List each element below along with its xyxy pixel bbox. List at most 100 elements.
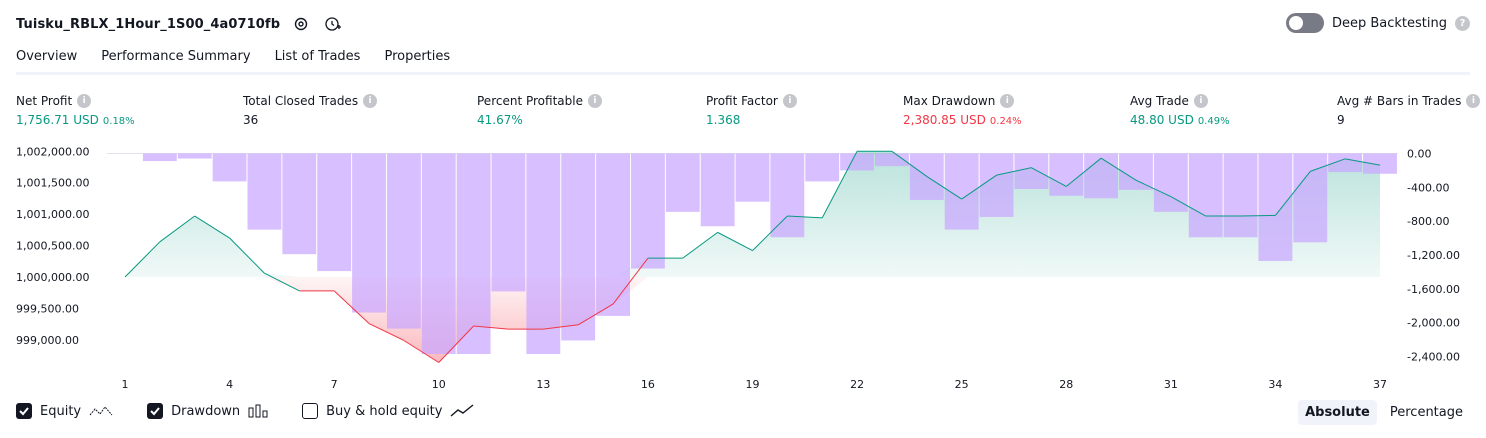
metric-value: 1,756.71 USD [16,113,99,127]
x-axis-tick-label: 1 [122,378,129,391]
drawdown-bar [247,153,282,230]
drawdown-bar [979,153,1014,217]
left-axis-tick-label: 1,000,500.00 [16,240,89,253]
x-axis-tick-label: 16 [641,378,655,391]
metric-percent: 0.24% [989,116,1022,127]
checkbox-unchecked-icon[interactable] [302,403,319,419]
info-icon[interactable]: i [77,94,92,108]
info-icon[interactable]: i [1193,94,1208,108]
left-axis-tick-label: 1,001,500.00 [16,177,89,190]
deep-backtesting: Deep Backtesting ? [1285,13,1470,33]
tab-list-of-trades[interactable]: List of Trades [275,46,361,75]
drawdown-bar [770,153,805,238]
drawdown-bar [352,153,386,313]
drawdown-bar [142,153,177,162]
checkbox-checked-icon[interactable] [147,403,164,419]
left-axis-tick-label: 999,500.00 [16,302,79,315]
gear-icon[interactable] [290,13,312,35]
toggle-drawdown[interactable]: Drawdown [147,403,268,419]
metric-label: Net Profit [16,94,73,108]
help-icon[interactable]: ? [1455,15,1470,31]
x-axis-tick-label: 13 [536,378,550,391]
right-axis-tick-label: 0.00 [1407,147,1432,160]
metric-value: 9 [1337,113,1345,127]
right-axis-tick-label: -400.00 [1407,181,1449,194]
drawdown-bar [386,153,421,329]
metric-avg-bars: Avg # Bars in Trades i 9 [1337,94,1481,127]
drawdown-bar [317,153,352,272]
metric-label: Avg Trade [1130,94,1189,108]
buy-hold-line-icon [451,404,474,417]
report-tabs: Overview Performance Summary List of Tra… [16,46,450,75]
metric-label: Max Drawdown [903,94,996,108]
right-axis-tick-label: -1,200.00 [1407,249,1460,262]
drawdown-bar [1014,153,1049,189]
left-axis-tick-label: 1,000,000.00 [16,271,89,284]
x-axis-tick-label: 4 [226,378,233,391]
metric-profit-factor: Profit Factor i 1.368 [706,94,797,127]
drawdown-bar [421,153,456,354]
drawdown-bar [630,153,665,269]
equity-drawdown-chart: 1,002,000.00 1,001,500.00 1,001,000.00 1,00… [16,145,1460,391]
checkbox-checked-icon[interactable] [16,403,32,419]
mode-absolute[interactable]: Absolute [1298,400,1377,425]
drawdown-bar [735,153,770,202]
x-axis-tick-label: 25 [955,378,969,391]
tab-overview[interactable]: Overview [16,46,78,75]
x-axis-tick-label: 10 [432,378,446,391]
equity-area-negative [125,277,1380,363]
metric-avg-trade: Avg Trade i 48.80 USD 0.49% [1130,94,1230,127]
metric-value: 2,380.85 USD [903,113,986,127]
drawdown-bar [596,153,630,316]
tab-properties[interactable]: Properties [384,46,450,75]
drawdown-bar [1084,153,1119,199]
right-axis-tick-label: -800.00 [1407,215,1449,228]
metric-percent: 0.18% [102,116,135,127]
drawdown-bar [700,153,735,227]
metric-net-profit: Net Profit i 1,756.71 USD 0.18% [16,94,135,127]
toggle-buy-hold[interactable]: Buy & hold equity [302,403,474,419]
drawdown-bars-icon [248,404,268,418]
metric-label: Percent Profitable [477,94,583,108]
drawdown-bar [456,153,491,354]
info-icon[interactable]: i [782,94,797,108]
deep-backtesting-toggle[interactable] [1285,13,1324,33]
metric-value: 48.80 USD [1130,113,1194,127]
x-axis-tick-label: 22 [850,378,864,391]
drawdown-bar [1258,153,1293,261]
metric-max-drawdown: Max Drawdown i 2,380.85 USD 0.24% [903,94,1022,127]
tabs-divider [16,72,1470,75]
x-axis-tick-label: 34 [1268,378,1282,391]
left-axis-tick-label: 1,002,000.00 [16,145,89,158]
scale-mode: Absolute Percentage [1298,400,1470,425]
drawdown-bar [805,153,840,182]
equity-line-icon [89,406,113,416]
drawdown-bar [282,153,317,255]
right-axis-tick-label: -2,000.00 [1407,317,1460,330]
tab-performance-summary[interactable]: Performance Summary [101,46,250,75]
x-axis-tick-label: 7 [331,378,338,391]
info-icon[interactable]: i [587,94,602,108]
drawdown-bar [840,153,875,171]
x-axis-tick-label: 19 [746,378,760,391]
drawdown-bar [1049,153,1084,196]
x-axis-tick-label: 31 [1164,378,1178,391]
info-icon[interactable]: i [1466,94,1481,108]
strategy-title: Tuisku_RBLX_1Hour_1S00_4a0710fb [16,16,281,32]
add-alert-icon[interactable] [322,13,344,35]
drawdown-bar [212,153,247,182]
x-axis-tick-label: 37 [1373,378,1387,391]
left-axis-tick-label: 999,000.00 [16,334,79,347]
info-icon[interactable]: i [1000,94,1015,108]
metric-value: 1.368 [706,113,741,127]
mode-percentage[interactable]: Percentage [1383,400,1470,425]
drawdown-bar [491,153,526,292]
info-icon[interactable]: i [363,94,378,108]
drawdown-bar [1223,153,1258,238]
toggle-knob [1288,16,1303,30]
right-axis-tick-label: -2,400.00 [1407,351,1460,364]
legend-label: Buy & hold equity [326,403,443,419]
toggle-equity[interactable]: Equity [16,403,113,419]
drawdown-bar [177,153,212,159]
legend-label: Drawdown [171,403,241,419]
